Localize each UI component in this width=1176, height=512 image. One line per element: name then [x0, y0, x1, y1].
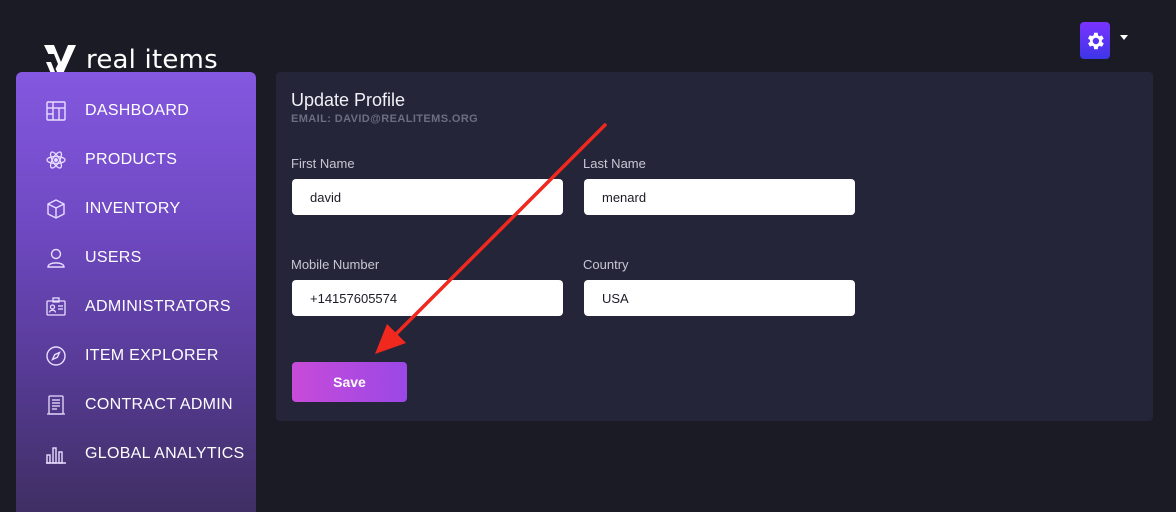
account-dropdown-caret-icon[interactable] — [1120, 35, 1128, 40]
sidebar-item-label: PRODUCTS — [85, 151, 178, 168]
first-name-field[interactable] — [292, 179, 563, 215]
id-card-icon — [45, 296, 67, 318]
email-subtitle: EMAIL: DAVID@REALITEMS.ORG — [291, 113, 479, 125]
page-title: Update Profile — [291, 90, 406, 110]
mobile-number-field[interactable] — [292, 280, 563, 316]
country-label: Country — [583, 257, 629, 272]
box-icon — [45, 198, 67, 220]
user-icon — [45, 247, 67, 269]
sidebar-item-label: USERS — [85, 249, 142, 266]
update-profile-panel: Update Profile EMAIL: DAVID@REALITEMS.OR… — [276, 72, 1153, 421]
dashboard-icon — [45, 100, 67, 122]
first-name-label: First Name — [291, 156, 355, 171]
sidebar-item-label: DASHBOARD — [85, 102, 190, 119]
sidebar-item-administrators[interactable]: ADMINISTRATORS — [16, 286, 256, 328]
sidebar-item-label: INVENTORY — [85, 200, 181, 217]
sidebar-item-item-explorer[interactable]: ITEM EXPLORER — [16, 335, 256, 377]
save-button[interactable]: Save — [292, 362, 407, 402]
last-name-field[interactable] — [584, 179, 855, 215]
atom-icon — [45, 149, 67, 171]
sidebar-item-users[interactable]: USERS — [16, 237, 256, 279]
sidebar-item-label: ADMINISTRATORS — [85, 298, 231, 315]
sidebar: DASHBOARD PRODUCTS INVENTORY USERS ADMIN… — [16, 72, 256, 512]
sidebar-item-label: CONTRACT ADMIN — [85, 396, 233, 413]
sidebar-item-contract-admin[interactable]: CONTRACT ADMIN — [16, 384, 256, 426]
last-name-label: Last Name — [583, 156, 646, 171]
document-icon — [45, 394, 67, 416]
mobile-number-label: Mobile Number — [291, 257, 380, 272]
sidebar-item-dashboard[interactable]: DASHBOARD — [16, 90, 256, 132]
sidebar-item-label: GLOBAL ANALYTICS — [85, 445, 245, 462]
country-field[interactable] — [584, 280, 855, 316]
brand-name: real items — [86, 45, 218, 75]
gear-icon — [1088, 32, 1104, 49]
sidebar-item-products[interactable]: PRODUCTS — [16, 139, 256, 181]
compass-icon — [45, 345, 67, 367]
settings-button[interactable] — [1080, 22, 1110, 59]
sidebar-item-label: ITEM EXPLORER — [85, 347, 219, 364]
sidebar-item-inventory[interactable]: INVENTORY — [16, 188, 256, 230]
sidebar-item-global-analytics[interactable]: GLOBAL ANALYTICS — [16, 433, 256, 475]
bar-chart-icon — [45, 443, 67, 465]
